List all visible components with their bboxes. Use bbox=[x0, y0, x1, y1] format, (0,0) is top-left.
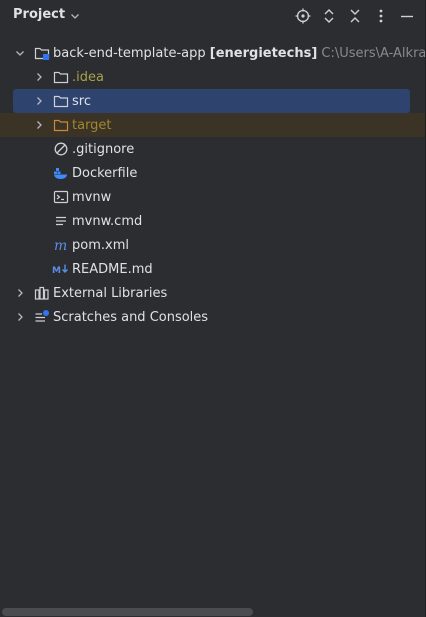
tree-row-src[interactable]: src bbox=[13, 89, 410, 113]
tree-label-dockerfile: Dockerfile bbox=[72, 165, 138, 181]
horizontal-scrollbar[interactable] bbox=[2, 608, 253, 616]
tree-row-idea[interactable]: .idea bbox=[0, 65, 425, 89]
locate-icon[interactable] bbox=[294, 6, 312, 26]
tree-label-readme: README.md bbox=[72, 261, 153, 277]
excluded-folder-icon bbox=[53, 117, 69, 133]
svg-text:M: M bbox=[52, 266, 61, 276]
tree-label-mvnw: mvnw bbox=[72, 189, 112, 205]
tree-label-target: target bbox=[72, 117, 112, 133]
chevron-down-icon[interactable] bbox=[15, 48, 25, 58]
project-view-selector[interactable]: Project bbox=[13, 7, 80, 22]
tree-row-readme[interactable]: M README.md bbox=[0, 257, 425, 281]
project-title: Project bbox=[13, 7, 66, 22]
tree-row-external-libraries[interactable]: External Libraries bbox=[0, 281, 425, 305]
tree-row-scratches[interactable]: Scratches and Consoles bbox=[0, 305, 425, 329]
folder-icon bbox=[53, 69, 69, 85]
tree-label-src: src bbox=[72, 93, 91, 109]
root-module-name: [energietechs] bbox=[209, 45, 318, 61]
svg-text:m: m bbox=[54, 238, 67, 253]
tree-label-idea: .idea bbox=[72, 69, 104, 85]
tree-row-target[interactable]: target bbox=[0, 113, 425, 137]
tree-row-mvnw-cmd[interactable]: mvnw.cmd bbox=[0, 209, 425, 233]
ignore-file-icon bbox=[53, 141, 69, 157]
markdown-icon: M bbox=[52, 261, 70, 277]
chevron-right-icon[interactable] bbox=[34, 96, 44, 106]
chevron-right-icon[interactable] bbox=[34, 72, 44, 82]
more-options-icon[interactable] bbox=[372, 6, 390, 26]
module-folder-icon bbox=[34, 45, 50, 61]
scratches-icon bbox=[34, 309, 50, 325]
tree-row-dockerfile[interactable]: Dockerfile bbox=[0, 161, 425, 185]
terminal-file-icon bbox=[53, 189, 69, 205]
tree-label-scratches: Scratches and Consoles bbox=[53, 309, 209, 325]
collapse-all-icon[interactable] bbox=[346, 6, 364, 26]
expand-all-icon[interactable] bbox=[320, 6, 338, 26]
tree-label-mvnw-cmd: mvnw.cmd bbox=[72, 213, 143, 229]
root-project-name: back-end-template-app bbox=[53, 45, 206, 61]
chevron-right-icon[interactable] bbox=[15, 312, 25, 322]
tree-label-pom: pom.xml bbox=[72, 237, 129, 253]
tree-row-mvnw[interactable]: mvnw bbox=[0, 185, 425, 209]
tree-row-pom[interactable]: m pom.xml bbox=[0, 233, 425, 257]
root-project-path: C:\Users\A-Alkraie bbox=[321, 45, 426, 61]
minimize-icon[interactable] bbox=[398, 6, 416, 26]
docker-icon bbox=[53, 165, 69, 181]
tree-row-gitignore[interactable]: .gitignore bbox=[0, 137, 425, 161]
folder-icon bbox=[53, 93, 69, 109]
chevron-down-icon bbox=[70, 10, 80, 20]
text-file-icon bbox=[53, 213, 69, 229]
tree-row-root[interactable]: back-end-template-app [energietechs] C:\… bbox=[0, 41, 426, 65]
library-icon bbox=[34, 285, 50, 301]
tree-label-external-libraries: External Libraries bbox=[53, 285, 168, 301]
tool-window-header: Project bbox=[0, 0, 425, 33]
project-tool-window: Project back-end-template-app [energiete… bbox=[0, 0, 426, 617]
chevron-right-icon[interactable] bbox=[15, 288, 25, 298]
maven-icon: m bbox=[53, 237, 69, 253]
tree-label-gitignore: .gitignore bbox=[72, 141, 135, 157]
chevron-right-icon[interactable] bbox=[34, 120, 44, 130]
header-toolbar bbox=[294, 6, 416, 26]
